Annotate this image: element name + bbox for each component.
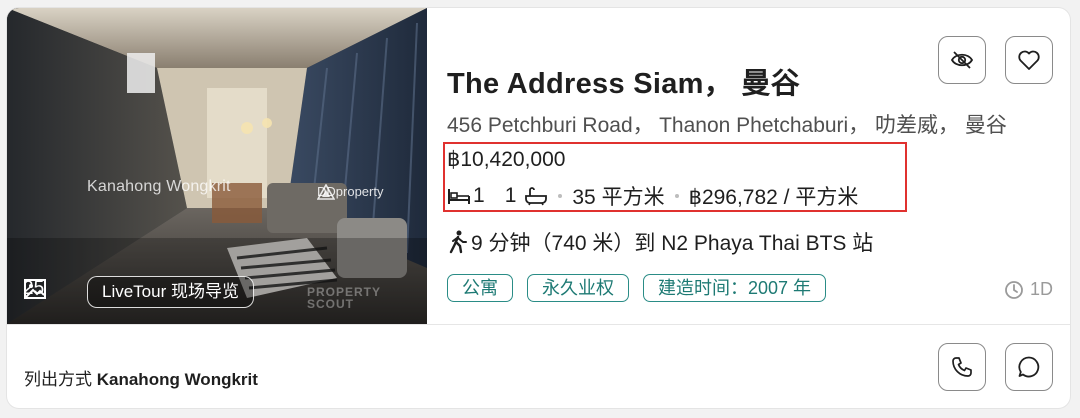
listing-age: 1D xyxy=(1004,279,1053,300)
hide-listing-button[interactable] xyxy=(938,36,986,84)
listing-age-value: 1D xyxy=(1029,279,1053,299)
photo-watermark-brand: DDproperty xyxy=(317,184,383,200)
photo-watermark-agent: Kanahong Wongkrit xyxy=(87,178,231,195)
favorite-button[interactable] xyxy=(1005,36,1053,84)
tag-build-year: 建造时间：2007 年 xyxy=(643,274,827,302)
bedrooms: 1 xyxy=(447,184,485,208)
listing-price: ฿10,420,000 xyxy=(447,148,566,171)
call-button[interactable] xyxy=(938,343,986,391)
bedrooms-count: 1 xyxy=(473,184,485,207)
bed-icon xyxy=(448,189,470,204)
agent-name[interactable]: Kanahong Wongkrit xyxy=(97,370,258,389)
listing-title[interactable]: The Address Siam， 曼谷 xyxy=(447,60,800,102)
chat-bubble-icon xyxy=(1018,356,1040,378)
listed-by-prefix: 列出方式 xyxy=(24,370,92,389)
price-per-area: ฿296,782 / 平方米 xyxy=(688,186,859,209)
walking-person-icon xyxy=(449,230,467,254)
separator-dot xyxy=(674,194,679,198)
listing-address: 456 Petchburi Road， Thanon Phetchaburi， … xyxy=(447,114,1007,137)
tag-tenure: 永久业权 xyxy=(527,274,629,302)
bathrooms: 1 xyxy=(505,184,549,208)
clock-icon xyxy=(1005,280,1023,299)
livetour-button[interactable]: LiveTour 现场导览 xyxy=(87,276,254,308)
tag-list: 公寓 永久业权 建造时间：2007 年 xyxy=(447,274,827,302)
image-icon xyxy=(24,279,46,299)
tag-property-type: 公寓 xyxy=(447,274,513,302)
transit-info: 9 分钟（740 米）到 N2 Phaya Thai BTS 站 xyxy=(447,227,873,257)
eye-slash-icon xyxy=(950,51,974,69)
ddproperty-logo-icon xyxy=(317,184,335,200)
bathtub-icon xyxy=(525,187,548,206)
chat-button[interactable] xyxy=(1005,343,1053,391)
listed-by: 列出方式 Kanahong Wongkrit xyxy=(24,365,258,390)
listing-card[interactable]: Kanahong Wongkrit DDproperty PROPERTY SC… xyxy=(7,8,1070,408)
listing-footer: 列出方式 Kanahong Wongkrit xyxy=(7,324,1070,408)
listing-specs: 1 1 35 平方米 ฿296,782 / 平方米 xyxy=(447,181,858,211)
photo-watermark-scout: PROPERTY SCOUT xyxy=(307,285,382,311)
phone-icon xyxy=(952,357,972,377)
transit-text: 9 分钟（740 米）到 N2 Phaya Thai BTS 站 xyxy=(471,232,874,255)
bathrooms-count: 1 xyxy=(504,184,517,207)
listing-photo[interactable]: Kanahong Wongkrit DDproperty PROPERTY SC… xyxy=(7,8,427,324)
floor-area: 35 平方米 xyxy=(572,186,665,209)
heart-icon xyxy=(1018,50,1040,70)
photo-count[interactable]: 25 xyxy=(23,278,46,300)
separator-dot xyxy=(558,194,563,198)
